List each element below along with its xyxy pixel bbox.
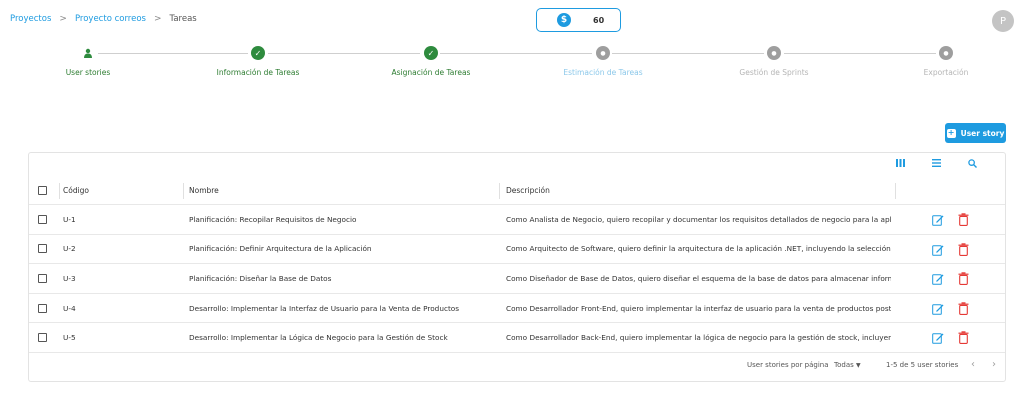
step-label: Estimación de Tareas xyxy=(563,68,643,77)
breadcrumb-current: Tareas xyxy=(169,14,197,24)
search-icon[interactable] xyxy=(968,159,977,171)
row-code: U-3 xyxy=(63,273,76,283)
row-description: Como Desarrollador Front-End, quiero imp… xyxy=(506,303,891,313)
column-divider xyxy=(183,183,184,199)
dollar-coin-icon: $ xyxy=(557,13,571,27)
select-all-cell xyxy=(38,177,47,204)
step-gestion-sprints[interactable]: ● Gestión de Sprints xyxy=(704,46,844,77)
row-select-cell xyxy=(38,205,47,234)
dropdown-arrow-icon: ▼ xyxy=(855,362,861,369)
person-icon xyxy=(81,46,95,60)
step-user-stories[interactable]: User stories xyxy=(18,46,158,77)
table-header: Código Nombre Descripción xyxy=(29,177,1005,205)
row-code: U-1 xyxy=(63,214,76,224)
row-name: Desarrollo: Implementar la Lógica de Neg… xyxy=(189,333,448,343)
row-description: Como Diseñador de Base de Datos, quiero … xyxy=(506,273,891,283)
row-description: Como Arquitecto de Software, quiero defi… xyxy=(506,244,891,254)
row-name: Desarrollo: Implementar la Interfaz de U… xyxy=(189,303,460,313)
column-divider xyxy=(499,183,500,199)
column-header-codigo[interactable]: Código xyxy=(63,177,89,204)
table-toolbar xyxy=(885,153,1005,177)
trash-icon[interactable] xyxy=(958,272,969,286)
breadcrumb-separator: > xyxy=(59,14,67,24)
check-icon: ✓ xyxy=(424,46,438,60)
trash-icon[interactable] xyxy=(958,302,969,315)
row-code: U-5 xyxy=(63,333,76,343)
rows-per-page-select[interactable]: Todas ▼ xyxy=(834,361,861,369)
dot-icon: ● xyxy=(939,46,953,60)
select-all-checkbox[interactable] xyxy=(38,186,47,195)
edit-icon[interactable] xyxy=(932,332,944,345)
step-asignacion-tareas[interactable]: ✓ Asignación de Tareas xyxy=(361,46,501,77)
table-row[interactable]: U-4 Desarrollo: Implementar la Interfaz d… xyxy=(29,294,1005,324)
table-footer: User stories por página Todas ▼ 1-5 de 5… xyxy=(29,351,1005,381)
edit-icon[interactable] xyxy=(932,214,944,226)
density-icon[interactable] xyxy=(932,159,941,170)
dot-icon: ● xyxy=(596,46,610,60)
credits-box[interactable]: $ 60 xyxy=(536,8,621,32)
row-select-cell xyxy=(38,323,47,352)
step-label: Exportación xyxy=(923,68,969,77)
trash-icon[interactable] xyxy=(958,242,969,256)
row-name: Planificación: Diseñar la Base de Datos xyxy=(189,273,332,283)
add-user-story-label: User story xyxy=(960,128,1005,138)
table-row[interactable]: U-5 Desarrollo: Implementar la Lógica de … xyxy=(29,323,1005,353)
edit-icon[interactable] xyxy=(932,273,944,285)
row-checkbox[interactable] xyxy=(38,273,47,283)
row-checkbox[interactable] xyxy=(38,244,47,254)
step-label: User stories xyxy=(65,68,111,77)
breadcrumb: Proyectos > Proyecto correos > Tareas xyxy=(10,14,197,24)
table-row[interactable]: U-3 Planificación: Diseñar la Base de Dat… xyxy=(29,264,1005,294)
edit-icon[interactable] xyxy=(932,244,944,256)
table-row[interactable]: U-1 Planificación: Recopilar Requisitos d… xyxy=(29,205,1005,235)
row-description: Como Desarrollador Back-End, quiero impl… xyxy=(506,333,891,343)
breadcrumb-link-proyectos[interactable]: Proyectos xyxy=(10,14,51,24)
edit-icon[interactable] xyxy=(932,303,944,315)
row-name: Planificación: Definir Arquitectura de l… xyxy=(189,244,372,254)
step-exportacion[interactable]: ● Exportación xyxy=(876,46,1016,77)
row-checkbox[interactable] xyxy=(38,214,47,224)
row-select-cell xyxy=(38,264,47,293)
column-header-nombre[interactable]: Nombre xyxy=(189,177,219,204)
avatar[interactable]: P xyxy=(992,10,1014,32)
pagination-range: 1-5 de 5 user stories xyxy=(886,361,959,369)
prev-page-button[interactable]: ‹ xyxy=(971,359,975,370)
breadcrumb-link-proyecto[interactable]: Proyecto correos xyxy=(75,14,146,24)
trash-icon[interactable] xyxy=(958,331,969,345)
add-user-story-button[interactable]: + User story xyxy=(945,123,1006,143)
breadcrumb-separator: > xyxy=(153,14,162,24)
check-icon: ✓ xyxy=(251,46,265,60)
column-divider xyxy=(895,183,896,199)
step-label: Asignación de Tareas xyxy=(391,68,471,77)
rows-per-page-label: User stories por página xyxy=(747,361,829,369)
step-label: Gestión de Sprints xyxy=(739,68,809,77)
next-page-button[interactable]: › xyxy=(992,359,996,370)
credits-value: 60 xyxy=(593,15,605,25)
column-header-descripcion[interactable]: Descripción xyxy=(506,177,550,204)
row-select-cell xyxy=(38,235,47,264)
row-name: Planificación: Recopilar Requisitos de N… xyxy=(189,214,357,224)
progress-stepper: User stories ✓ Información de Tareas ✓ A… xyxy=(0,46,1024,86)
row-select-cell xyxy=(38,294,47,323)
column-divider xyxy=(59,183,60,199)
row-code: U-2 xyxy=(63,244,76,254)
row-checkbox[interactable] xyxy=(38,303,47,313)
user-stories-table: Código Nombre Descripción U-1 Planificaci… xyxy=(28,152,1006,382)
dot-icon: ● xyxy=(767,46,781,60)
step-informacion-tareas[interactable]: ✓ Información de Tareas xyxy=(188,46,328,77)
plus-square-icon: + xyxy=(946,128,956,138)
row-code: U-4 xyxy=(63,303,76,313)
row-description: Como Analista de Negocio, quiero recopil… xyxy=(506,214,891,224)
rows-per-page-value: Todas xyxy=(834,361,854,369)
step-label: Información de Tareas xyxy=(216,68,300,77)
trash-icon[interactable] xyxy=(958,213,969,226)
table-row[interactable]: U-2 Planificación: Definir Arquitectura d… xyxy=(29,235,1005,265)
columns-icon[interactable] xyxy=(896,159,905,170)
row-checkbox[interactable] xyxy=(38,333,47,343)
step-estimacion-tareas[interactable]: ● Estimación de Tareas xyxy=(533,46,673,77)
